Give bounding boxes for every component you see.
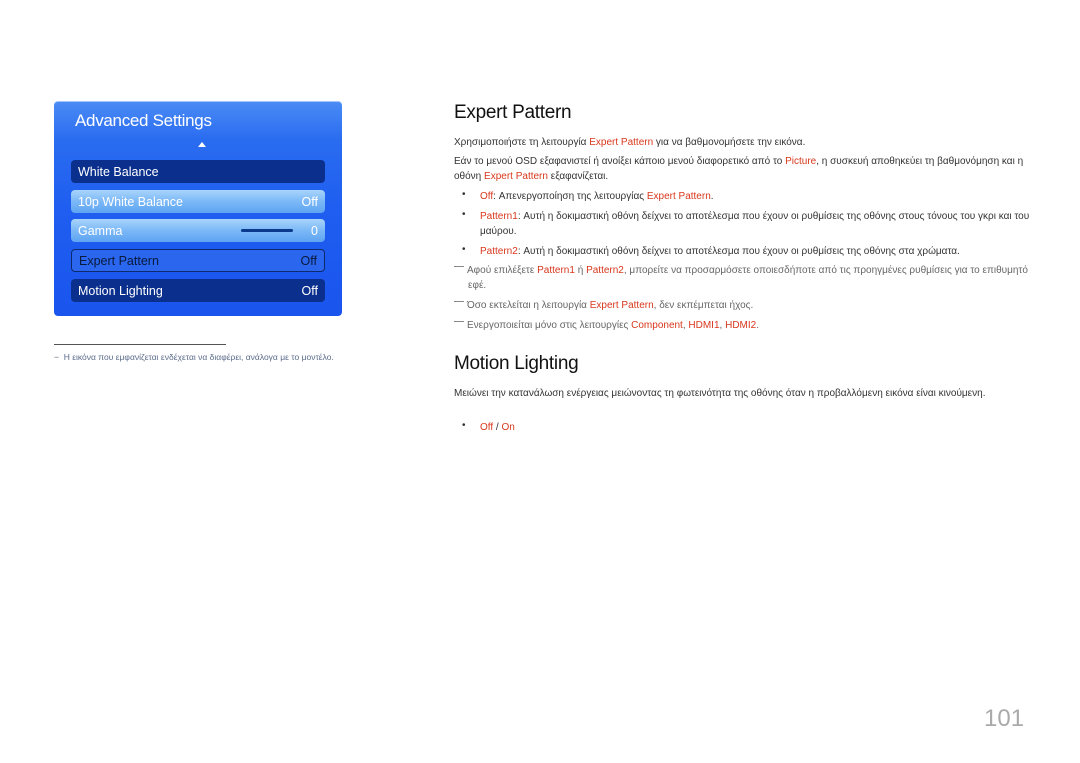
motion-options: Off / On — [480, 422, 515, 433]
osd-item-label: Expert Pattern — [79, 253, 159, 268]
gamma-slider[interactable] — [241, 229, 294, 232]
advanced-settings-osd-panel: Advanced Settings White Balance 10p Whit… — [54, 101, 342, 316]
page-number: 101 — [984, 705, 1025, 732]
scroll-up-arrow-icon[interactable] — [198, 142, 206, 147]
note-3: Ενεργοποιείται μόνο στις λειτουργίες Com… — [454, 318, 1029, 333]
bullet-icon: • — [462, 244, 466, 255]
osd-item-value: Off — [301, 194, 318, 209]
footnote-text: Η εικόνα που εμφανίζεται ενδέχεται να δι… — [63, 352, 334, 362]
osd-item-label: 10p White Balance — [78, 194, 183, 209]
footnote-divider — [54, 344, 226, 345]
osd-item-white-balance[interactable]: White Balance — [71, 160, 325, 183]
bullet-pattern1: Pattern1: Αυτή η δοκιμαστική οθόνη δείχν… — [480, 211, 1030, 237]
bullet-icon: • — [462, 189, 466, 200]
bullet-icon: • — [462, 209, 466, 220]
osd-item-expert-pattern[interactable]: Expert Pattern Off — [71, 249, 325, 272]
osd-title: Advanced Settings — [75, 111, 212, 130]
osd-item-label: Gamma — [78, 223, 123, 238]
osd-item-10p-white-balance[interactable]: 10p White Balance Off — [71, 190, 325, 213]
expert-pattern-heading: Expert Pattern — [454, 102, 572, 123]
motion-paragraph: Μειώνει την κατανάλωση ενέργειας μειώνον… — [454, 388, 986, 399]
osd-item-label: White Balance — [78, 164, 159, 179]
osd-item-label: Motion Lighting — [78, 283, 163, 298]
bullet-icon: • — [462, 420, 466, 431]
osd-item-gamma[interactable]: Gamma 0 — [71, 219, 325, 242]
bullet-off: Off: Απενεργοποίηση της λειτουργίας Expe… — [480, 191, 714, 202]
note-2: Όσο εκτελείται η λειτουργία Expert Patte… — [454, 298, 1029, 313]
bullet-pattern2: Pattern2: Αυτή η δοκιμαστική οθόνη δείχν… — [480, 246, 960, 257]
motion-lighting-heading: Motion Lighting — [454, 353, 579, 374]
note-1: Αφού επιλέξετε Pattern1 ή Pattern2, μπορ… — [454, 263, 1031, 293]
osd-item-value: 0 — [311, 223, 318, 238]
expert-intro: Χρησιμοποιήστε τη λειτουργία Expert Patt… — [454, 137, 806, 148]
expert-paragraph: Εάν το μενού OSD εξαφανιστεί ή ανοίξει κ… — [454, 156, 1024, 182]
osd-item-motion-lighting[interactable]: Motion Lighting Off — [71, 279, 325, 302]
osd-item-value: Off — [301, 283, 318, 298]
osd-item-value: Off — [300, 253, 317, 268]
footnote: − Η εικόνα που εμφανίζεται ενδέχεται να … — [54, 352, 334, 362]
